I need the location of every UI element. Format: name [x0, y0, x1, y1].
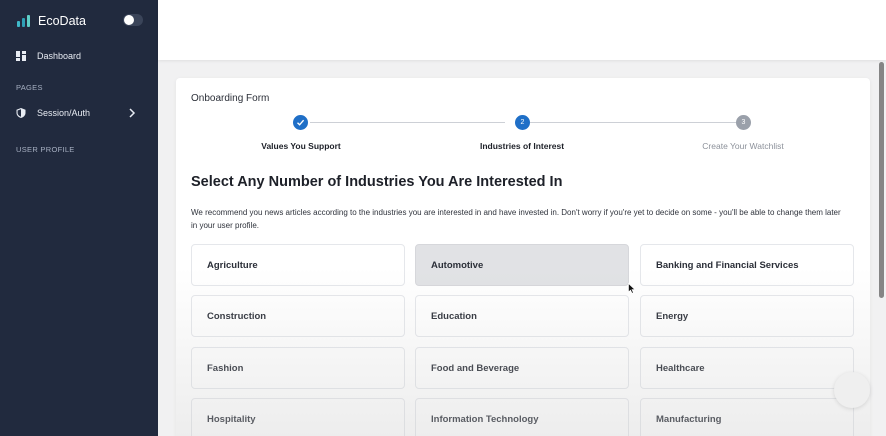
dashboard-icon: [16, 51, 26, 61]
stepper-connector: [310, 122, 505, 123]
pages-section-label: PAGES: [16, 83, 43, 92]
industry-tile-fashion[interactable]: Fashion: [191, 347, 405, 389]
onboarding-card: Onboarding Form 2 3 Values You Support I…: [176, 78, 870, 436]
step-2-label: Industries of Interest: [479, 141, 565, 151]
top-header: [158, 0, 886, 60]
step-1-label: Values You Support: [261, 141, 341, 151]
floating-action-button[interactable]: [834, 372, 870, 408]
section-description: We recommend you news articles according…: [191, 208, 841, 230]
industry-tile-food-beverage[interactable]: Food and Beverage: [415, 347, 629, 389]
scrollbar-thumb[interactable]: [879, 62, 884, 298]
industry-tile-agriculture[interactable]: Agriculture: [191, 244, 405, 286]
section-heading: Select Any Number of Industries You Are …: [191, 174, 563, 190]
toggle-knob: [124, 15, 134, 25]
step-1-indicator[interactable]: [293, 115, 308, 130]
check-icon: [297, 119, 305, 126]
industry-tile-automotive[interactable]: Automotive: [415, 244, 629, 286]
step-2-indicator[interactable]: 2: [515, 115, 530, 130]
user-profile-section-label: USER PROFILE: [16, 145, 75, 154]
industry-tile-banking[interactable]: Banking and Financial Services: [640, 244, 854, 286]
app-name: EcoData: [38, 14, 86, 28]
industry-tile-manufacturing[interactable]: Manufacturing: [640, 398, 854, 436]
mouse-cursor-icon: [628, 283, 636, 294]
sidebar-item-label: Dashboard: [37, 51, 82, 61]
page-scrollbar[interactable]: [876, 62, 886, 436]
chevron-right-icon: [129, 108, 136, 118]
sidebar: EcoData Dashboard PAGES Session/Auth USE…: [0, 0, 158, 436]
theme-toggle[interactable]: [123, 14, 143, 26]
step-3-label: Create Your Watchlist: [702, 141, 784, 151]
shield-icon: [16, 108, 26, 118]
industry-tile-hospitality[interactable]: Hospitality: [191, 398, 405, 436]
industry-tile-education[interactable]: Education: [415, 295, 629, 337]
form-title: Onboarding Form: [191, 93, 270, 104]
sidebar-item-session-auth[interactable]: Session/Auth: [16, 105, 142, 121]
sidebar-item-dashboard[interactable]: Dashboard: [16, 48, 142, 64]
step-3-indicator[interactable]: 3: [736, 115, 751, 130]
brand[interactable]: EcoData: [16, 12, 86, 30]
industry-tile-information-technology[interactable]: Information Technology: [415, 398, 629, 436]
industry-tile-energy[interactable]: Energy: [640, 295, 854, 337]
industry-tile-construction[interactable]: Construction: [191, 295, 405, 337]
stepper-connector: [530, 122, 736, 123]
ecodata-logo-icon: [17, 15, 30, 27]
industry-tile-healthcare[interactable]: Healthcare: [640, 347, 854, 389]
sidebar-item-label: Session/Auth: [37, 108, 91, 118]
